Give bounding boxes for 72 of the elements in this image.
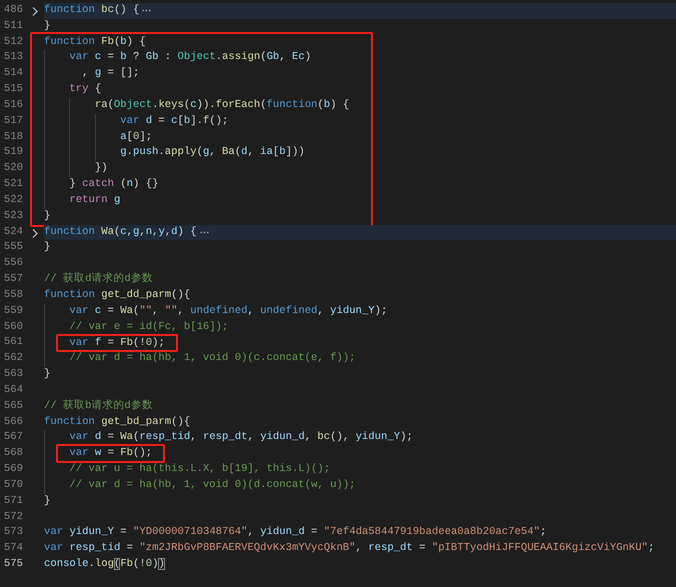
- code-comment: // var e = id(Fc, b[16]);: [69, 320, 228, 333]
- line-number: 512: [2, 34, 23, 50]
- line-number: 524: [2, 224, 23, 240]
- code-comment: // 获取d请求的d参数: [44, 273, 153, 286]
- line-number: 521: [2, 177, 23, 192]
- line-number: 511: [2, 18, 23, 34]
- line-number: 486: [2, 3, 23, 18]
- code-line: }: [44, 494, 50, 507]
- code-line: function Wa(c,g,n,y,d) {: [44, 226, 197, 238]
- line-number: 560: [2, 320, 23, 335]
- line-number: 563: [2, 367, 23, 382]
- ellipsis-icon[interactable]: [142, 9, 152, 12]
- code-comment: // var d = ha(hb, 1, void 0)(c.concat(e, f));: [69, 352, 356, 364]
- code-line: return g: [69, 194, 120, 206]
- line-number: 569: [2, 462, 23, 478]
- code-line: try {: [69, 83, 102, 96]
- code-line: function bc() {: [44, 4, 140, 16]
- code-line: ra(Object.keys(c)).forEach(function(b) {: [94, 98, 350, 111]
- line-number: 571: [2, 494, 23, 509]
- code-line: var yidun_Y = "YD00000710348764", yidun_d = "7ef4da58447919badeea0a8b20ac7e54";: [44, 526, 546, 538]
- code-line: }: [44, 368, 50, 380]
- code-line: var d = Wa(resp_tid, resp_dt, yidun_d, bc(), yidun_Y);: [69, 431, 413, 444]
- line-number: 559: [2, 304, 23, 319]
- line-number: 556: [2, 256, 23, 272]
- line-number: 558: [2, 288, 23, 303]
- code-line: g.push.apply(g, Ba(d, ia[b])): [120, 146, 305, 158]
- line-number: 573: [2, 525, 23, 540]
- line-number: 557: [2, 272, 23, 288]
- chevron-right-icon[interactable]: [32, 7, 38, 16]
- line-number: 564: [2, 382, 23, 398]
- code-line: , g = [];: [82, 67, 140, 80]
- code-comment: // var u = ha(this.L.X, b[19], this.L)();: [69, 463, 330, 476]
- code-line: }: [44, 241, 50, 254]
- code-line: function get_dd_parm(){: [44, 288, 190, 301]
- code-line: }: [44, 210, 50, 222]
- line-number: 518: [2, 130, 23, 145]
- line-number: 520: [2, 161, 23, 176]
- code-line: var c = Wa("", "", undefined, undefined, yidun_Y);: [69, 304, 388, 317]
- line-number: 515: [2, 82, 23, 98]
- line-number: 575: [2, 556, 23, 572]
- line-number: 572: [2, 510, 23, 524]
- code-line: var w = Fb();: [69, 447, 152, 460]
- line-number: 513: [2, 50, 23, 66]
- ellipsis-icon[interactable]: [200, 231, 209, 234]
- code-line: var c = b ? Gb : Object.assign(Gb, Ec): [69, 51, 312, 64]
- chevron-right-icon[interactable]: [32, 228, 38, 238]
- line-number: 574: [2, 541, 23, 556]
- code-line: }): [94, 162, 108, 174]
- line-number: 561: [2, 335, 23, 350]
- code-line: function get_bd_parm(){: [44, 416, 190, 428]
- line-number: 517: [2, 114, 23, 129]
- line-number: 565: [2, 398, 23, 414]
- code-line: function Fb(b) {: [44, 36, 146, 48]
- line-number: 516: [2, 98, 23, 113]
- line-number: 555: [2, 240, 23, 256]
- code-line: }: [44, 20, 50, 32]
- line-number: 567: [2, 430, 23, 446]
- line-number: 519: [2, 145, 23, 160]
- line-number: 514: [2, 66, 23, 82]
- line-number: 522: [2, 192, 23, 208]
- code-comment: // var d = ha(hb, 1, void 0)(d.concat(w, u));: [69, 478, 356, 491]
- line-number: 562: [2, 351, 23, 366]
- line-number: 523: [2, 208, 23, 224]
- code-line: var d = c[b].f();: [120, 114, 228, 127]
- code-line: } catch (n) {}: [69, 178, 158, 190]
- line-number: 568: [2, 446, 23, 462]
- code-line: var f = Fb(!0);: [69, 336, 165, 349]
- code-comment: // 获取b请求的d参数: [44, 400, 153, 412]
- code-line: var resp_tid = "zm2JRbGvP8BFAERVEQdvKx3mYVycQknB", resp_dt = "pIBTTyodHiJFFQUEAAI6KgizcViYGnKU";: [44, 542, 654, 554]
- line-number: 566: [2, 414, 23, 430]
- code-line: a[0];: [120, 130, 152, 143]
- line-number: 570: [2, 478, 23, 493]
